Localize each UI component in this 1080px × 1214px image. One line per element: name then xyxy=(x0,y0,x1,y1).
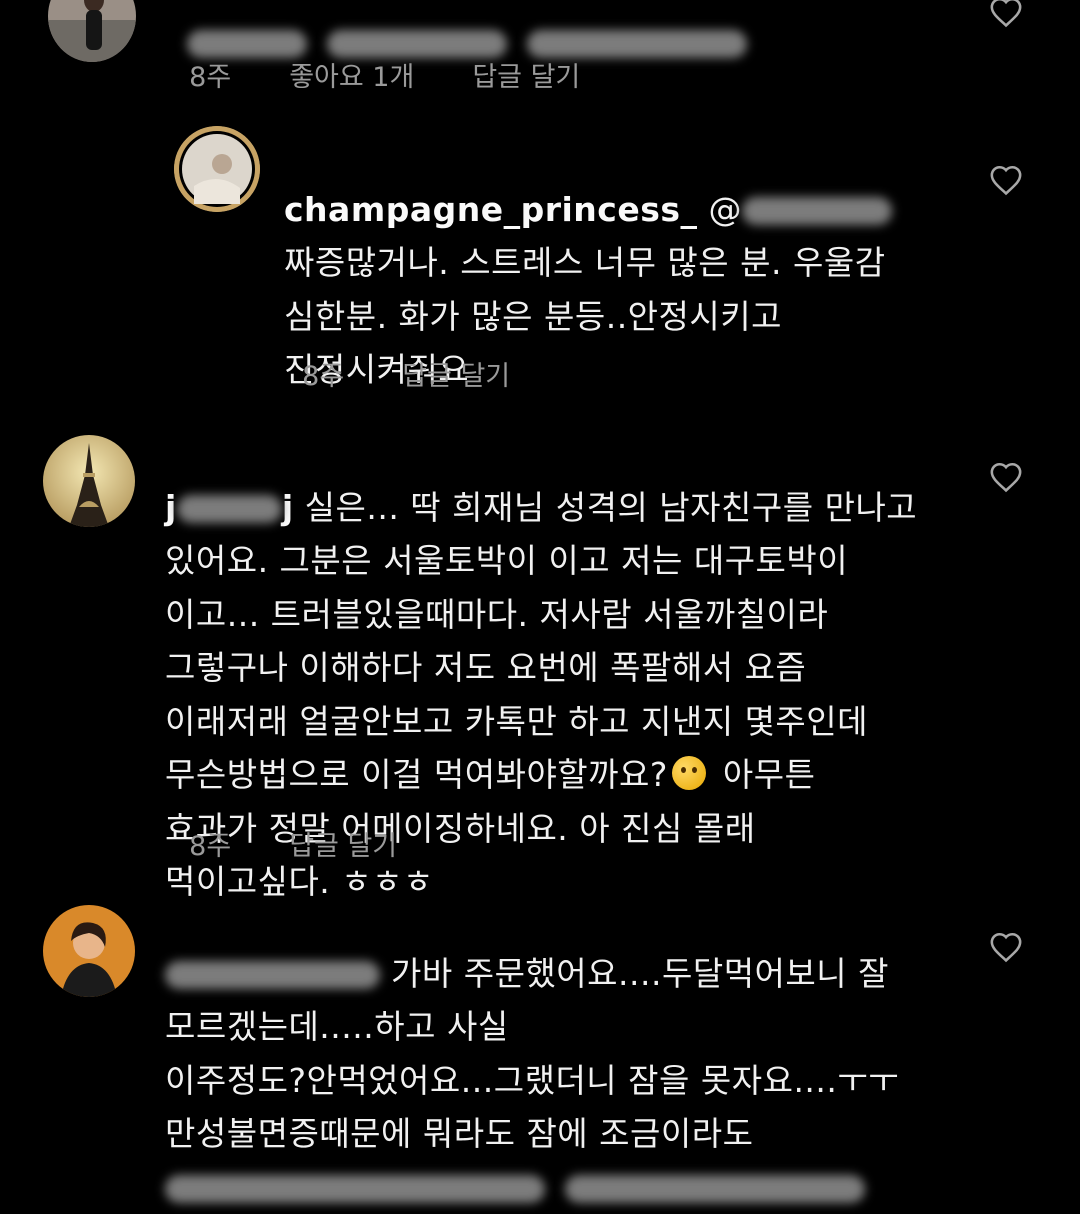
heart-outline-icon[interactable] xyxy=(989,164,1023,196)
comment-line: 있어요. 그분은 서울토박이 이고 저는 대구토박이 xyxy=(165,541,849,580)
reply-button[interactable]: 답글 달기 xyxy=(402,361,510,392)
comment-line: 아무튼 xyxy=(722,755,816,794)
username[interactable]: jj xyxy=(165,488,294,527)
timestamp: 8주 xyxy=(302,361,345,392)
comment-line: 가바 주문했어요....두달먹어보니 잘 xyxy=(391,953,889,993)
comment-line: 모르겠는데.....하고 사실 xyxy=(165,1007,509,1046)
reply-button[interactable]: 답글 달기 xyxy=(472,62,580,93)
reply-button[interactable]: 답글 달기 xyxy=(289,831,397,862)
avatar[interactable] xyxy=(48,0,136,62)
comment-text: 가바 주문했어요....두달먹어보니 잘 모르겠는데.....하고 사실 이주정… xyxy=(165,893,899,1214)
comment-line: 무슨방법으로 이걸 먹여봐야할까요? xyxy=(165,755,668,794)
heart-outline-icon[interactable] xyxy=(989,0,1023,28)
avatar[interactable] xyxy=(43,905,135,997)
comment-line: 이주정도?안먹었어요...그랬더니 잠을 못자요....ㅜㅜ xyxy=(165,1060,900,1100)
comment-line: 실은... 딱 희재님 성격의 남자친구를 만나고 xyxy=(304,487,918,527)
timestamp: 8주 xyxy=(189,62,232,93)
comment-line: 짜증많거나. 스트레스 너무 많은 분. 우울감 xyxy=(284,243,886,282)
timestamp: 8주 xyxy=(189,831,232,862)
comment-line: 만성불면증때문에 뭐라도 잠에 조금이라도 xyxy=(165,1114,754,1153)
mention[interactable]: @ xyxy=(698,190,893,229)
username[interactable]: champagne_princess_ xyxy=(284,190,698,229)
heart-outline-icon[interactable] xyxy=(989,461,1023,493)
avatar[interactable] xyxy=(43,435,135,527)
heart-outline-icon[interactable] xyxy=(989,931,1023,963)
username[interactable] xyxy=(165,954,380,993)
avatar[interactable] xyxy=(174,126,260,212)
comment-line: 이고... 트러블있을때마다. 저사람 서울까칠이라 xyxy=(165,594,829,634)
comment-meta: 8주 답글 달기 xyxy=(285,323,568,393)
thinking-face-emoji xyxy=(671,756,706,790)
comment-meta: 8주 답글 달기 xyxy=(172,793,455,863)
comment-meta: 8주 좋아요 1개 답글 달기 xyxy=(172,24,638,94)
comment-line: 이래저래 얼굴안보고 카톡만 하고 지낸지 몇주인데 xyxy=(165,701,869,741)
likes-count[interactable]: 좋아요 1개 xyxy=(289,62,414,93)
comment-line: 그렇구나 이해하다 저도 요번에 폭팔해서 요즘 xyxy=(165,648,807,687)
